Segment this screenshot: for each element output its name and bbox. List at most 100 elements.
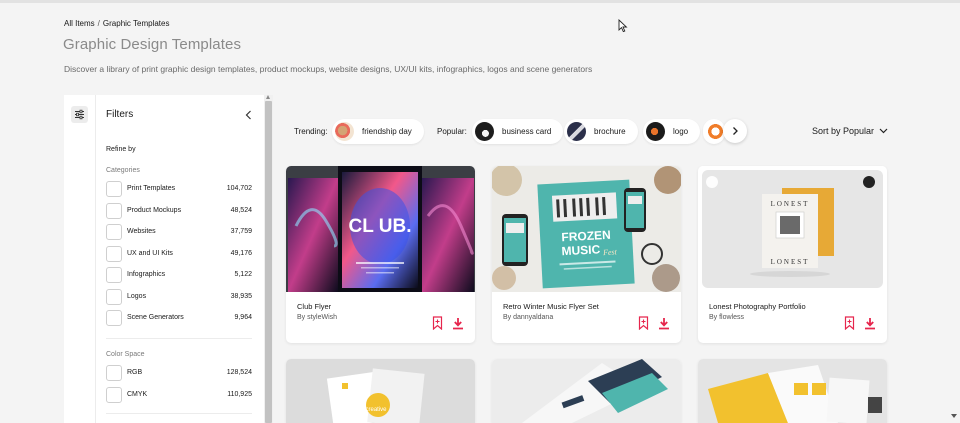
scroll-up-arrow-icon[interactable] <box>266 95 270 99</box>
item-card-club-flyer[interactable]: CL UB. Club Flyer By styleWish <box>286 166 475 343</box>
refine-by-label: Refine by <box>106 146 136 153</box>
chip-label: logo <box>673 127 689 136</box>
bookmark-icon[interactable] <box>844 316 855 330</box>
chip-label: business card <box>502 127 552 136</box>
chip-label: friendship day <box>362 127 412 136</box>
bookmark-icon[interactable] <box>432 316 443 330</box>
trending-chip-friendship-day[interactable]: friendship day <box>332 119 424 144</box>
lonest-bottom-text: LONEST <box>771 258 810 266</box>
filter-cmyk[interactable]: CMYK 110,925 <box>106 387 252 403</box>
checkbox[interactable] <box>106 246 122 262</box>
item-card-lower-2[interactable] <box>492 359 681 423</box>
page-subtitle: Discover a library of print graphic desi… <box>64 64 593 74</box>
filter-count: 5,122 <box>234 271 252 278</box>
frozen-line2-text: MUSIC <box>561 242 601 258</box>
popular-chip-partial[interactable] <box>703 119 725 144</box>
card-thumbnail[interactable]: CL UB. <box>286 166 475 292</box>
filter-ux-ui-kits[interactable]: UX and UI Kits 49,176 <box>106 246 252 262</box>
breadcrumb-all-items[interactable]: All Items <box>64 19 95 28</box>
item-card-lonest-portfolio[interactable]: LONEST LONEST Lonest Photography Portfol… <box>698 166 887 343</box>
card-thumbnail[interactable] <box>492 359 681 423</box>
checkbox[interactable] <box>106 224 122 240</box>
club-flyer-preview: CL UB. <box>288 166 474 292</box>
download-icon[interactable] <box>864 317 876 330</box>
filters-scrollbar[interactable] <box>264 95 273 423</box>
card-author[interactable]: By styleWish <box>297 314 337 321</box>
breadcrumb-current[interactable]: Graphic Templates <box>103 19 170 28</box>
page-scroll-down-arrow-icon[interactable] <box>951 414 957 418</box>
card-title[interactable]: Club Flyer <box>297 302 331 311</box>
sliders-icon <box>75 109 84 120</box>
chevron-down-icon <box>879 128 888 134</box>
checkbox[interactable] <box>106 203 122 219</box>
checkbox[interactable] <box>106 310 122 326</box>
popular-chip-business-card[interactable]: business card <box>472 119 564 144</box>
sort-label: Sort by Popular <box>812 126 875 136</box>
download-icon[interactable] <box>658 317 670 330</box>
categories-heading: Categories <box>106 167 140 174</box>
club-title-text: CL UB. <box>349 216 412 237</box>
download-icon[interactable] <box>452 317 464 330</box>
checkbox[interactable] <box>106 267 122 283</box>
card-title[interactable]: Lonest Photography Portfolio <box>709 302 806 311</box>
filter-count: 37,759 <box>230 228 252 235</box>
item-card-lower-1[interactable]: creative <box>286 359 475 423</box>
filter-print-templates[interactable]: Print Templates 104,702 <box>106 181 252 197</box>
bookmark-icon[interactable] <box>638 316 649 330</box>
filter-label: Product Mockups <box>127 207 182 214</box>
filter-label: UX and UI Kits <box>127 250 173 257</box>
filter-websites[interactable]: Websites 37,759 <box>106 224 252 240</box>
filter-count: 49,176 <box>230 250 252 257</box>
top-divider <box>0 0 960 3</box>
filter-logos[interactable]: Logos 38,935 <box>106 289 252 305</box>
chip-thumbnail <box>567 122 586 141</box>
filter-product-mockups[interactable]: Product Mockups 48,524 <box>106 203 252 219</box>
breadcrumb: All Items / Graphic Templates <box>64 19 169 28</box>
card-thumbnail[interactable]: creative <box>286 359 475 423</box>
filter-label: Infographics <box>127 271 166 278</box>
filter-label: Scene Generators <box>127 314 184 321</box>
chevron-right-icon <box>733 127 738 135</box>
filters-panel: Filters Refine by Categories Print Templ… <box>96 95 264 423</box>
item-card-lower-3[interactable] <box>698 359 887 423</box>
filter-count: 128,524 <box>226 369 252 376</box>
card-thumbnail[interactable]: FROZEN MUSIC Fest <box>492 166 681 292</box>
page-title: Graphic Design Templates <box>63 36 242 53</box>
frozen-music-preview: FROZEN MUSIC Fest <box>492 166 681 292</box>
filter-rgb[interactable]: RGB 128,524 <box>106 365 252 381</box>
scrollbar-thumb[interactable] <box>265 101 272 423</box>
checkbox[interactable] <box>106 289 122 305</box>
divider <box>106 338 252 339</box>
card-author[interactable]: By dannyaldana <box>503 314 553 321</box>
creative-text: creative <box>365 407 387 413</box>
item-card-retro-winter-music[interactable]: FROZEN MUSIC Fest Retro Winter Music Fly… <box>492 166 681 343</box>
lonest-portfolio-preview: LONEST LONEST <box>702 170 883 288</box>
checkbox[interactable] <box>106 181 122 197</box>
chip-thumbnail <box>646 122 665 141</box>
card-author[interactable]: By flowless <box>709 314 744 321</box>
filter-infographics[interactable]: Infographics 5,122 <box>106 267 252 283</box>
mouse-cursor-icon <box>618 19 628 33</box>
popular-chip-logo[interactable]: logo <box>643 119 701 144</box>
checkbox[interactable] <box>106 365 122 381</box>
filter-label: Logos <box>127 293 147 300</box>
color-space-heading: Color Space <box>106 351 145 358</box>
filter-scene-generators[interactable]: Scene Generators 9,964 <box>106 310 252 326</box>
lonest-top-text: LONEST <box>771 200 810 208</box>
filter-label: Websites <box>127 228 156 235</box>
chevron-left-icon[interactable] <box>244 109 254 121</box>
breadcrumb-separator: / <box>97 19 100 28</box>
popular-label: Popular: <box>437 127 467 136</box>
popular-chip-brochure[interactable]: brochure <box>564 119 638 144</box>
filter-label: Print Templates <box>127 185 176 192</box>
sort-dropdown[interactable]: Sort by Popular <box>812 126 888 136</box>
filter-toggle-button[interactable] <box>71 106 88 123</box>
frozen-line1-text: FROZEN <box>561 228 611 245</box>
card-thumbnail[interactable]: LONEST LONEST <box>698 166 887 292</box>
checkbox[interactable] <box>106 387 122 403</box>
trending-next-button[interactable] <box>723 119 747 143</box>
filter-count: 110,925 <box>227 391 252 398</box>
chip-thumbnail <box>335 122 354 141</box>
card-title[interactable]: Retro Winter Music Flyer Set <box>503 302 599 311</box>
card-thumbnail[interactable] <box>698 359 887 423</box>
